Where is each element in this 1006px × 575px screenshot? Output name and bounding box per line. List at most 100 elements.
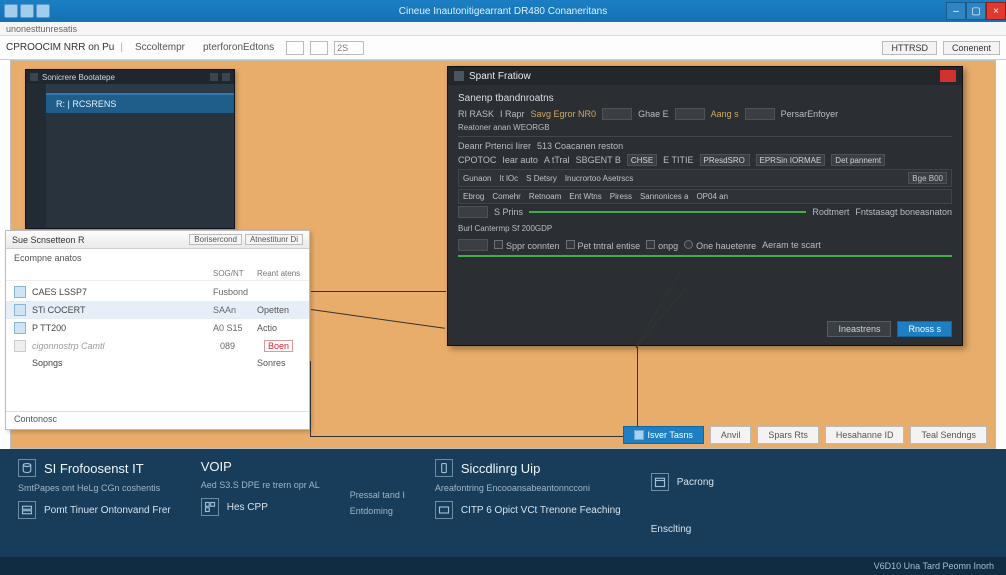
ide-min-icon[interactable] xyxy=(210,73,218,81)
primary-action-button[interactable]: Isver Tasns xyxy=(623,426,704,444)
action-button-2[interactable]: Anvil xyxy=(710,426,752,444)
dialog-title: Spant Fratiow xyxy=(469,71,940,82)
ide-tabstrip[interactable] xyxy=(46,84,234,95)
app-icon xyxy=(4,4,18,18)
field[interactable]: CHSE xyxy=(627,154,657,166)
dialog-icon xyxy=(454,71,464,81)
dialog-footer: Ineastrens Rnoss s xyxy=(827,321,952,337)
footer-col-5: Pacrong Ensclting xyxy=(651,459,714,547)
footer-col-3: Pressal tand I Entdoming xyxy=(350,459,405,547)
file-icon xyxy=(14,322,26,334)
dialog-ok-button[interactable]: Rnoss s xyxy=(897,321,952,337)
toolbar-tab-1[interactable]: Sccoltempr xyxy=(129,42,191,53)
connector-line xyxy=(637,347,638,437)
device-icon xyxy=(435,459,453,477)
connector-line xyxy=(310,436,638,437)
file-icon xyxy=(14,304,26,316)
toolbar-tab-2[interactable]: pterforonEdtons xyxy=(197,42,280,53)
field[interactable] xyxy=(745,108,775,120)
database-icon xyxy=(18,459,36,477)
radio[interactable] xyxy=(684,240,693,249)
ide-title: Sonicrere Bootatepe xyxy=(42,73,206,82)
window-titlebar: Cineue Inautonitigearrant DR480 Conaneri… xyxy=(0,0,1006,22)
action-button-4[interactable]: Hesahanne ID xyxy=(825,426,905,444)
checkbox[interactable] xyxy=(646,240,655,249)
checkbox[interactable] xyxy=(566,240,575,249)
footer-col-2: VOIP Aed S3.S DPE re trern opr AL Hes CP… xyxy=(201,459,320,547)
footer-col-4: Siccdlinrg Uip Areafontring Encooansabea… xyxy=(435,459,621,547)
field[interactable]: Det pannemt xyxy=(831,154,885,166)
main-toolbar: CPROOCIM NRR on Pu | Sccoltempr pterforo… xyxy=(0,36,1006,60)
close-button[interactable]: × xyxy=(986,2,1006,20)
file-icon xyxy=(14,286,26,298)
maximize-button[interactable]: ▢ xyxy=(966,2,986,20)
grid-icon xyxy=(201,498,219,516)
field[interactable]: Bge B00 xyxy=(908,172,947,184)
design-canvas: Sonicrere Bootatepe R: | RCSRENS Sue Scn… xyxy=(10,60,996,449)
panel-hdr-btn-1[interactable]: Borisercond xyxy=(189,234,242,245)
list-item[interactable]: cigonnostrp Camtl 089 Boen xyxy=(6,337,309,355)
col-a: SOG/NT xyxy=(213,269,257,278)
toolbar-dropdown[interactable] xyxy=(286,41,304,55)
dialog-body: Sanenp tbandnroatns RI RASK I Rapr Savg … xyxy=(448,85,962,265)
status-bar: V6D10 Una Tard Peomn Inorh xyxy=(0,557,1006,575)
minimize-button[interactable]: – xyxy=(946,2,966,20)
toolbar-btn-1[interactable]: HTTRSD xyxy=(882,41,937,55)
connector-line xyxy=(311,291,446,292)
progress-line xyxy=(529,211,806,213)
ide-app-icon xyxy=(30,73,38,81)
ide-active-row[interactable]: R: | RCSRENS xyxy=(46,95,234,113)
sub-titlebar: unonesttunresatis xyxy=(0,22,1006,36)
checkbox[interactable] xyxy=(494,240,503,249)
connector-line xyxy=(310,361,311,436)
list-item[interactable]: CAES LSSP7 Fusbond xyxy=(6,283,309,301)
action-icon xyxy=(634,430,644,440)
footer-strip: SI Frofoosenst IT SmtPapes ont HeLg CGn … xyxy=(0,449,1006,557)
field[interactable] xyxy=(602,108,632,120)
field[interactable] xyxy=(458,206,488,218)
ide-header: Sonicrere Bootatepe xyxy=(26,70,234,84)
ide-close-icon[interactable] xyxy=(222,73,230,81)
page-icon xyxy=(36,4,50,18)
action-button-3[interactable]: Spars Rts xyxy=(757,426,819,444)
dark-dialog[interactable]: Spant Fratiow Sanenp tbandnroatns RI RAS… xyxy=(447,66,963,346)
panel-footer: Contonosc xyxy=(6,411,309,429)
dialog-section: Sanenp tbandnroatns xyxy=(458,93,952,104)
panel-subtitle: Ecompne anatos xyxy=(6,249,309,267)
param-row: Ebrog Comehr Retnoam Ent Wtns Piress San… xyxy=(458,189,952,204)
toolbar-box[interactable] xyxy=(310,41,328,55)
panel-title: Sue Scnsetteon R xyxy=(12,235,186,245)
dialog-header: Spant Fratiow xyxy=(448,67,962,85)
error-badge[interactable]: Boen xyxy=(264,340,293,352)
search-input[interactable]: 2S xyxy=(334,41,364,55)
list-item[interactable]: STi COCERT SAAn Opetten xyxy=(6,301,309,319)
dialog-close-icon[interactable] xyxy=(940,70,956,82)
settings-panel[interactable]: Sue Scnsetteon R Borisercond Atnestitunr… xyxy=(5,230,310,430)
list-summary: Sopngs Sonres xyxy=(6,355,309,371)
card-icon xyxy=(435,501,453,519)
window-title: Cineue Inautonitigearrant DR480 Conaneri… xyxy=(399,6,607,17)
field[interactable]: PResdSRO xyxy=(700,154,750,166)
field[interactable]: EPRSin IORMAE xyxy=(756,154,826,166)
calendar-icon xyxy=(651,473,669,491)
dialog-cancel-button[interactable]: Ineastrens xyxy=(827,321,891,337)
action-button-5[interactable]: Teal Sendngs xyxy=(910,426,987,444)
titlebar-left-icons xyxy=(0,4,54,18)
disc-icon xyxy=(14,340,26,352)
panel-rows: CAES LSSP7 Fusbond STi COCERT SAAn Opett… xyxy=(6,281,309,373)
ide-sidebar[interactable] xyxy=(26,84,46,228)
footer-col-1: SI Frofoosenst IT SmtPapes ont HeLg CGn … xyxy=(18,459,171,547)
doc-icon xyxy=(20,4,34,18)
panel-hdr-btn-2[interactable]: Atnestitunr Di xyxy=(245,234,303,245)
list-item[interactable]: P TT200 A0 S15 Actio xyxy=(6,319,309,337)
ide-window[interactable]: Sonicrere Bootatepe R: | RCSRENS xyxy=(25,69,235,229)
panel-header: Sue Scnsetteon R Borisercond Atnestitunr… xyxy=(6,231,309,249)
panel-columns: SOG/NT Reant atens xyxy=(6,267,309,281)
field[interactable] xyxy=(675,108,705,120)
toolbar-btn-2[interactable]: Conenent xyxy=(943,41,1000,55)
col-b: Reant atens xyxy=(257,269,301,278)
server-icon xyxy=(18,501,36,519)
window-buttons: – ▢ × xyxy=(946,2,1006,20)
field[interactable] xyxy=(458,239,488,251)
canvas-action-row: Isver Tasns Anvil Spars Rts Hesahanne ID… xyxy=(623,426,987,444)
